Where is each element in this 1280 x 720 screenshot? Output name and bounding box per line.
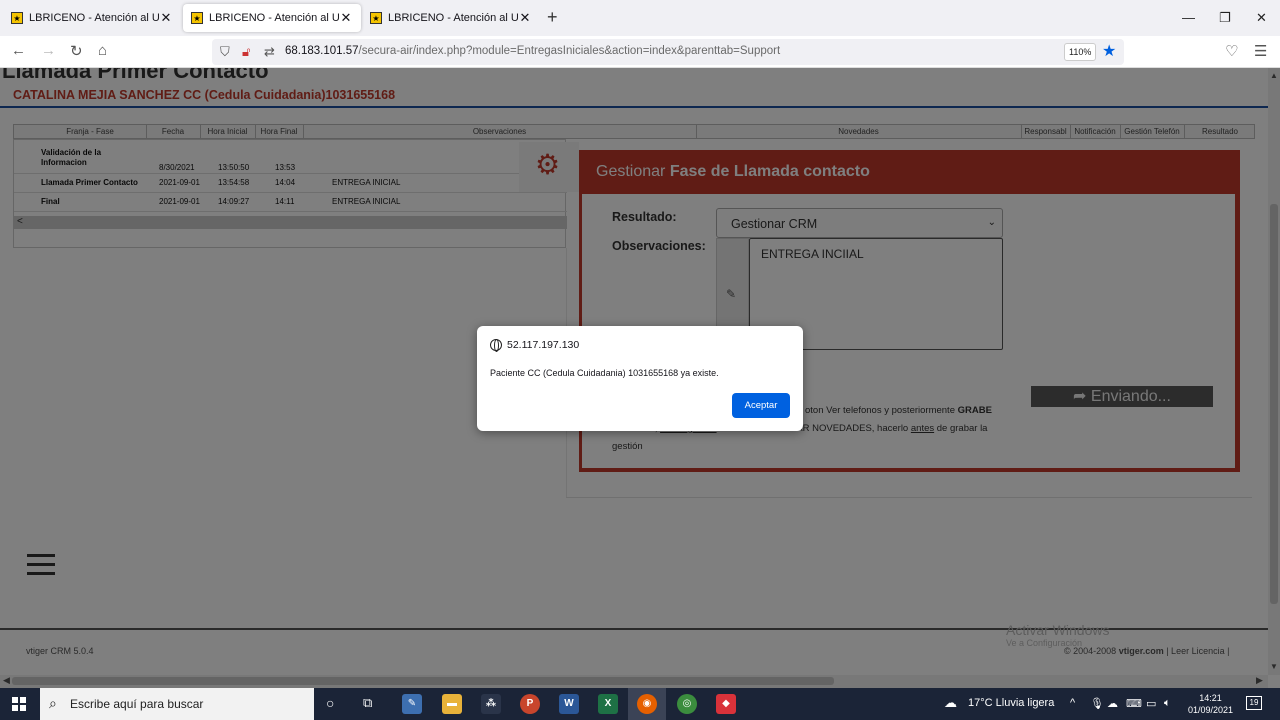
microphone-icon[interactable]: 🎙︎	[1090, 697, 1104, 710]
back-arrow-icon[interactable]: ←	[11, 42, 26, 59]
bookmark-star-icon[interactable]: ★	[1102, 41, 1116, 61]
weather-icon[interactable]: ☁	[944, 695, 957, 711]
display-icon[interactable]: ▭	[1146, 697, 1156, 710]
app-icon[interactable]: ⁂	[481, 694, 501, 714]
tab-title: LBRICENO - Atención al Usuario	[29, 12, 159, 24]
home-icon[interactable]: ⌂	[98, 42, 107, 59]
zoom-level[interactable]: 110%	[1064, 43, 1097, 61]
weather-text[interactable]: 17°C Lluvia ligera	[968, 697, 1054, 709]
dialog-origin-text: 52.117.197.130	[507, 339, 580, 351]
close-tab-icon[interactable]: ✕	[159, 10, 173, 26]
reload-icon[interactable]: ↻	[70, 42, 83, 60]
tab-title: LBRICENO - Atención al Usuario	[388, 12, 518, 24]
task-view-icon[interactable]: ⧉	[363, 695, 372, 711]
url-path: /secura-air/index.php?module=EntregasIni…	[358, 45, 781, 57]
search-placeholder: Escribe aquí para buscar	[70, 697, 204, 711]
dialog-origin: 52.117.197.130	[490, 339, 580, 352]
browser-nav-bar: ← → ↻ ⌂ ⛉ 🔓︎ ⇄ 68.183.101.57/secura-air/…	[0, 36, 1280, 68]
minimize-icon[interactable]: —	[1182, 10, 1195, 25]
close-tab-icon[interactable]: ✕	[339, 10, 353, 26]
pocket-icon[interactable]: ♡	[1225, 42, 1238, 60]
network-icon[interactable]: ⌨	[1126, 697, 1142, 710]
url-text: 68.183.101.57/secura-air/index.php?modul…	[285, 45, 780, 57]
site-favicon-icon: ★	[11, 12, 23, 24]
alert-dialog: 52.117.197.130 Paciente CC (Cedula Cuida…	[477, 326, 803, 431]
clock-date: 01/09/2021	[1188, 705, 1234, 715]
shield-icon[interactable]: ⛉	[220, 44, 230, 60]
notification-center-icon[interactable]: 19	[1246, 696, 1262, 710]
menu-icon[interactable]: ☰	[1254, 42, 1267, 60]
browser-tab-1[interactable]: ★ LBRICENO - Atención al Usuario ✕	[3, 4, 181, 32]
dialog-message: Paciente CC (Cedula Cuidadania) 10316551…	[490, 368, 719, 378]
chevron-up-icon[interactable]: ^	[1070, 697, 1075, 709]
browser-tab-bar: ★ LBRICENO - Atención al Usuario ✕ ★ LBR…	[0, 0, 1280, 36]
globe-icon	[490, 339, 502, 352]
volume-icon[interactable]: 🔈︎	[1164, 697, 1171, 710]
word-icon[interactable]: W	[559, 694, 579, 714]
browser-tab-3[interactable]: ★ LBRICENO - Atención al Usuario ✕	[362, 4, 540, 32]
cortana-icon[interactable]: ○	[326, 695, 334, 711]
url-host: 68.183.101.57	[285, 45, 359, 57]
windows-start-icon[interactable]	[12, 697, 26, 711]
powerpoint-icon[interactable]: P	[520, 694, 540, 714]
tab-title: LBRICENO - Atención al Usuario	[209, 12, 339, 24]
browser-tab-2[interactable]: ★ LBRICENO - Atención al Usuario ✕	[183, 4, 361, 32]
notepad-icon[interactable]: ✎	[402, 694, 422, 714]
system-clock[interactable]: 14:21 01/09/2021	[1188, 692, 1233, 716]
maximize-icon[interactable]: ❐	[1219, 10, 1231, 26]
windows-taskbar: ⌕ Escribe aquí para buscar ○ ⧉ ✎ ▬ ⁂ P W…	[0, 688, 1280, 720]
firefox-icon[interactable]: ◉	[637, 694, 657, 714]
taskbar-search[interactable]: ⌕ Escribe aquí para buscar	[40, 688, 314, 720]
site-favicon-icon: ★	[370, 12, 382, 24]
clock-time: 14:21	[1199, 693, 1222, 703]
anydesk-icon[interactable]: ◆	[716, 694, 736, 714]
close-tab-icon[interactable]: ✕	[518, 10, 532, 26]
site-favicon-icon: ★	[191, 12, 203, 24]
close-window-icon[interactable]: ✕	[1256, 10, 1267, 26]
file-explorer-icon[interactable]: ▬	[442, 694, 462, 714]
onedrive-icon[interactable]: ☁	[1107, 697, 1118, 710]
aceptar-button[interactable]: Aceptar	[732, 393, 790, 418]
search-icon: ⌕	[49, 695, 57, 711]
permissions-icon[interactable]: ⇄	[264, 44, 275, 60]
forward-arrow-icon[interactable]: →	[41, 42, 56, 59]
chrome-icon[interactable]: ◎	[677, 694, 697, 714]
url-bar[interactable]: ⛉ 🔓︎ ⇄ 68.183.101.57/secura-air/index.ph…	[212, 39, 1124, 65]
new-tab-plus-icon[interactable]: +	[547, 8, 558, 26]
excel-icon[interactable]: X	[598, 694, 618, 714]
insecure-lock-icon[interactable]: 🔓︎	[242, 44, 250, 60]
